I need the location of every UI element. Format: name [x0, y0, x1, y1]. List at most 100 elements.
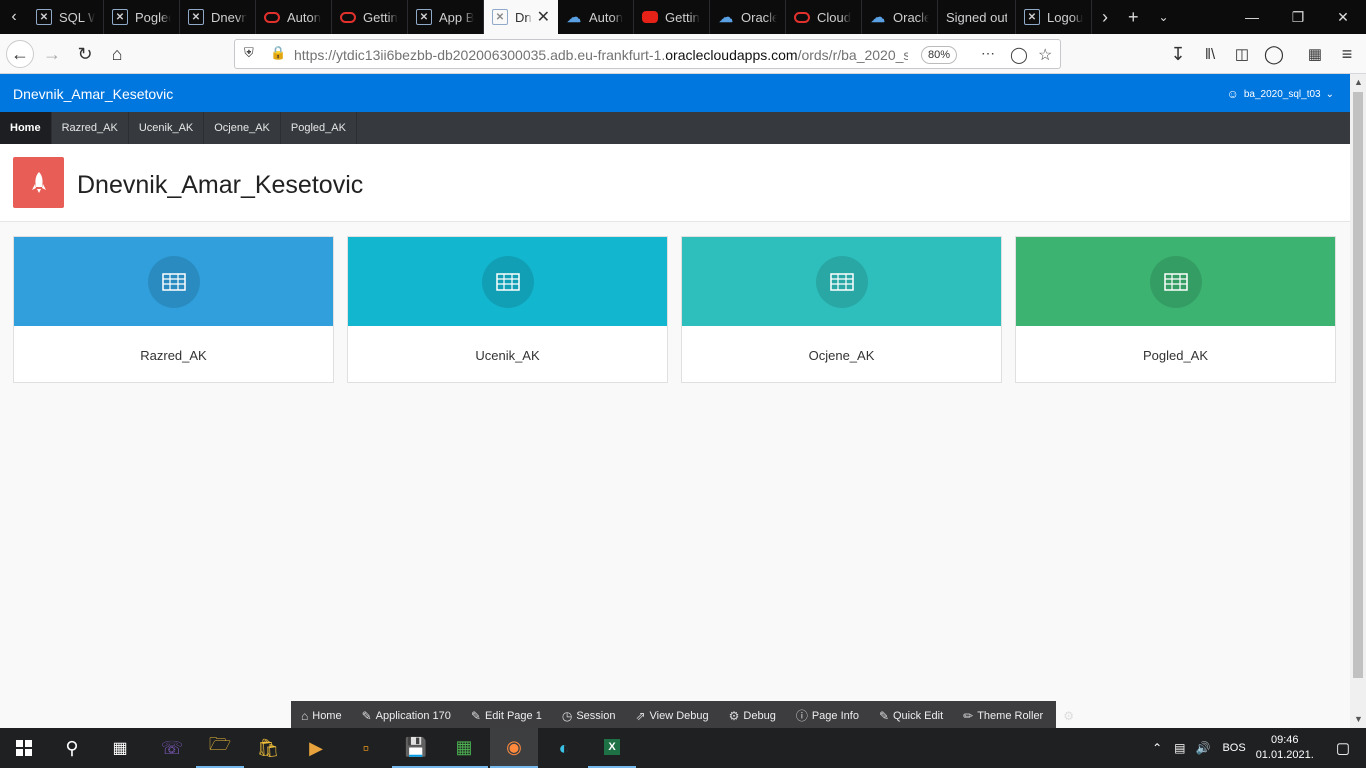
- apex-icon: ✕: [1024, 9, 1040, 25]
- home-icon: ⌂: [301, 708, 309, 723]
- media-player-icon[interactable]: ▶: [292, 728, 340, 768]
- volume-icon[interactable]: 🔊: [1196, 741, 1211, 755]
- devbar-edit-page[interactable]: ✎ Edit Page 1: [471, 709, 542, 723]
- scrollbar-thumb[interactable]: [1353, 92, 1363, 678]
- browser-tab[interactable]: ✕ Logou: [1016, 0, 1092, 34]
- browser-tab[interactable]: ✕SQL W: [28, 0, 104, 34]
- browser-tab[interactable]: Gettin: [634, 0, 710, 34]
- file-explorer-icon[interactable]: 🗁: [196, 728, 244, 768]
- browser-tab[interactable]: ☁ Oracle: [862, 0, 938, 34]
- list-tabs-icon[interactable]: ⌄: [1159, 10, 1169, 24]
- clock-time: 09:46: [1270, 734, 1299, 746]
- bookmark-star-icon[interactable]: ☆: [1038, 45, 1052, 65]
- nav-tab-ocjene[interactable]: Ocjene_AK: [204, 112, 281, 144]
- nav-tab-razred[interactable]: Razred_AK: [52, 112, 129, 144]
- more-actions-icon[interactable]: ⋯: [981, 45, 995, 62]
- nav-tab-home[interactable]: Home: [0, 112, 52, 144]
- notifications-icon[interactable]: ▢: [1336, 739, 1350, 757]
- task-view-icon[interactable]: ▦: [96, 728, 144, 768]
- devbar-quick-edit[interactable]: ✎ Quick Edit: [879, 709, 943, 723]
- cloud-icon: ☁: [719, 8, 733, 25]
- devbar-debug[interactable]: ⚙ Debug: [729, 709, 776, 723]
- app-title[interactable]: Dnevnik_Amar_Kesetovic: [13, 86, 173, 102]
- browser-tab[interactable]: ☁ Auton: [558, 0, 634, 34]
- network-app-icon[interactable]: ▦: [440, 728, 488, 768]
- search-icon[interactable]: ⚲: [48, 728, 96, 768]
- new-tab-icon[interactable]: +: [1128, 7, 1139, 28]
- language-indicator[interactable]: BOS: [1222, 742, 1245, 754]
- devbar-application[interactable]: ✎ Application 170: [362, 709, 451, 723]
- devbar-page-info[interactable]: ⓘ Page Info: [796, 707, 859, 724]
- browser-tab[interactable]: ✕ Dnevn: [180, 0, 256, 34]
- firefox-icon[interactable]: ◉: [490, 728, 538, 768]
- browser-tab[interactable]: ☁ Oracle: [710, 0, 786, 34]
- card-ucenik[interactable]: Ucenik_AK: [347, 236, 668, 383]
- scroll-up-icon[interactable]: ▲: [1354, 77, 1363, 87]
- reload-icon[interactable]: ↻: [71, 40, 99, 68]
- url-bar[interactable]: ⛨ 🔒 https://ytdic13ii6bezbb-db2020063000…: [234, 39, 1061, 69]
- home-icon[interactable]: ⌂: [103, 40, 131, 68]
- clock[interactable]: 09:46 01.01.2021.: [1256, 733, 1314, 763]
- hero-region: Dnevnik_Amar_Kesetovic: [0, 144, 1350, 222]
- save-disk-icon[interactable]: 💾: [392, 728, 440, 768]
- network-icon[interactable]: ▤: [1174, 741, 1185, 755]
- page-title: Dnevnik_Amar_Kesetovic: [77, 171, 364, 199]
- sidebar-icon[interactable]: ◫: [1228, 40, 1256, 68]
- browser-tab[interactable]: Auton: [256, 0, 332, 34]
- card-label: Pogled_AK: [1142, 348, 1209, 363]
- browser-tab-active[interactable]: ✕ Dn ✕: [484, 0, 558, 34]
- card-ocjene[interactable]: Ocjene_AK: [681, 236, 1002, 383]
- edge-icon[interactable]: ◐: [540, 728, 588, 768]
- menu-icon[interactable]: ≡: [1333, 40, 1361, 68]
- windows-start-icon[interactable]: [0, 728, 48, 768]
- browser-tab[interactable]: Signed out: [938, 0, 1016, 34]
- app-icon[interactable]: ▫: [342, 728, 390, 768]
- scroll-down-icon[interactable]: ▼: [1354, 714, 1363, 724]
- user-menu[interactable]: ☺ ba_2020_sql_t03 ⌄: [1227, 87, 1334, 101]
- devbar-session[interactable]: ◷ Session: [562, 709, 616, 723]
- apex-icon: ✕: [36, 9, 52, 25]
- nav-tab-pogled[interactable]: Pogled_AK: [281, 112, 357, 144]
- close-tab-icon[interactable]: ✕: [537, 7, 550, 27]
- lock-icon[interactable]: 🔒: [270, 45, 286, 61]
- url-text[interactable]: https://ytdic13ii6bezbb-db202006300035.a…: [294, 47, 908, 63]
- viber-icon[interactable]: ☏: [148, 728, 196, 768]
- browser-tab[interactable]: ✕Pogled: [104, 0, 180, 34]
- forward-arrow-icon[interactable]: →: [38, 40, 66, 68]
- table-icon: [481, 255, 534, 308]
- store-icon[interactable]: 🛍: [244, 728, 292, 768]
- browser-tab[interactable]: ✕ App B: [408, 0, 484, 34]
- devbar-home[interactable]: ⌂ Home: [301, 709, 342, 723]
- library-icon[interactable]: ‖\: [1196, 40, 1224, 68]
- show-hidden-icons-icon[interactable]: ⌃: [1152, 741, 1162, 755]
- download-icon[interactable]: ↧: [1164, 40, 1192, 68]
- card-banner: [348, 237, 667, 326]
- gear-icon: ⚙: [1063, 708, 1074, 723]
- nav-tab-ucenik[interactable]: Ucenik_AK: [129, 112, 205, 144]
- browser-tab[interactable]: Gettin: [332, 0, 408, 34]
- account-icon[interactable]: ◯: [1260, 40, 1288, 68]
- shield-icon[interactable]: ⛨: [244, 45, 254, 61]
- zoom-level-badge[interactable]: 80%: [921, 46, 957, 64]
- extensions-icon[interactable]: ▦: [1301, 40, 1329, 68]
- card-pogled[interactable]: Pogled_AK: [1015, 236, 1336, 383]
- minimize-icon[interactable]: —: [1229, 0, 1275, 34]
- devbar-settings[interactable]: ⚙: [1063, 709, 1074, 723]
- youtube-icon: [642, 11, 658, 23]
- devbar-theme-roller[interactable]: ✏ Theme Roller: [963, 709, 1043, 723]
- user-name: ba_2020_sql_t03: [1243, 88, 1321, 100]
- oracle-icon: [340, 11, 356, 23]
- browser-tab[interactable]: Cloud: [786, 0, 862, 34]
- back-arrow-icon[interactable]: ←: [6, 40, 34, 68]
- window-close-icon[interactable]: ✕: [1320, 0, 1366, 34]
- tab-scroll-left-icon[interactable]: ‹: [0, 0, 28, 34]
- open-icon: ⇗: [635, 708, 646, 723]
- devbar-view-debug[interactable]: ⇗ View Debug: [635, 709, 708, 723]
- excel-icon[interactable]: X: [588, 728, 636, 768]
- app-nav-bar: Home Razred_AK Ucenik_AK Ocjene_AK Pogle…: [0, 112, 1350, 144]
- card-razred[interactable]: Razred_AK: [13, 236, 334, 383]
- restore-icon[interactable]: ❐: [1275, 0, 1321, 34]
- page-scrollbar[interactable]: ▲ ▼: [1350, 74, 1366, 728]
- pocket-icon[interactable]: ◯: [1010, 45, 1028, 65]
- tab-scroll-right-icon[interactable]: ›: [1102, 7, 1108, 28]
